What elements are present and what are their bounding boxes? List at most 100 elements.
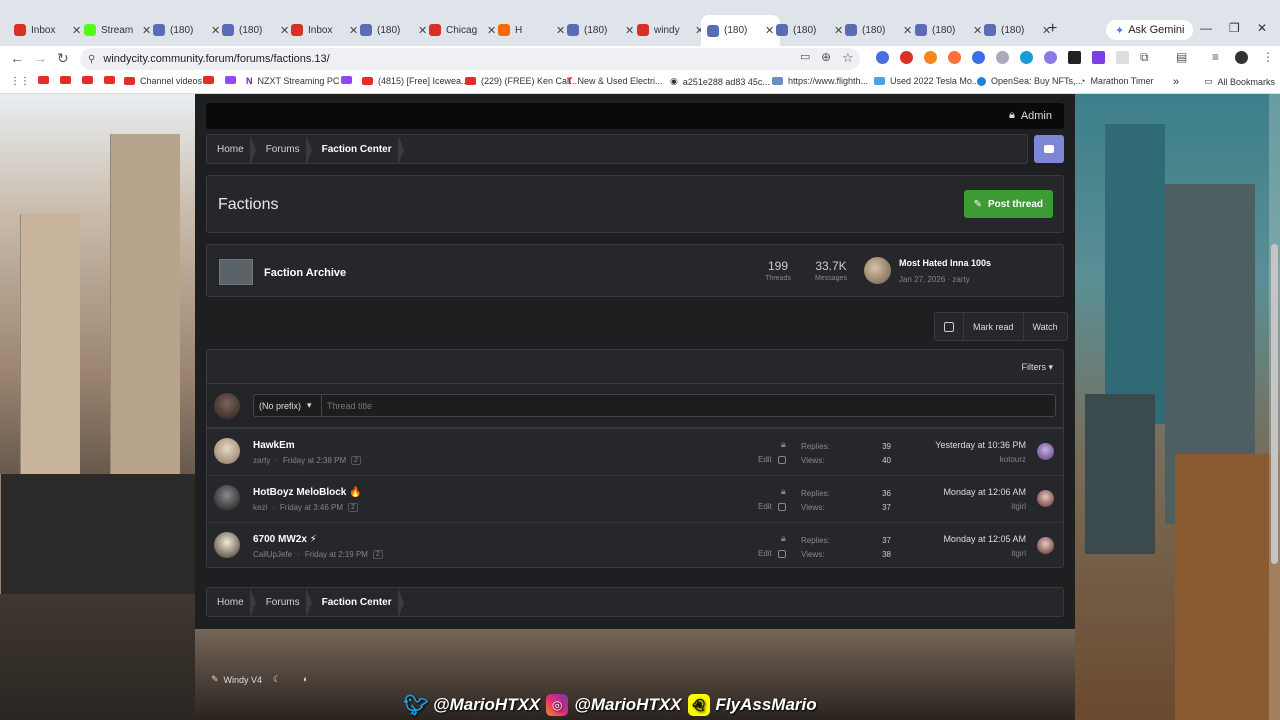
metamask-icon[interactable] (924, 51, 937, 64)
browser-tab[interactable]: H ✕ (492, 19, 571, 41)
menu-kebab-icon[interactable]: ⋮ (1262, 50, 1274, 64)
new-tab-button[interactable]: + (1048, 20, 1057, 38)
bookmark-item[interactable]: Channel videos (124, 76, 202, 86)
browser-tab[interactable]: Stream ✕ (78, 19, 157, 41)
browser-tab[interactable]: (180) ✕ (354, 19, 433, 41)
bookmark-item[interactable]: N NZXT Streaming PC (246, 76, 339, 86)
bookmark-youtube[interactable] (104, 76, 115, 84)
last-post-date[interactable]: Yesterday at 10:36 PM (935, 440, 1026, 450)
last-post-date[interactable]: Monday at 12:05 AM (943, 534, 1026, 544)
ask-gemini-button[interactable]: ✦ Ask Gemini (1106, 20, 1194, 40)
extension-icon[interactable] (972, 51, 985, 64)
thread-author[interactable]: zarty (253, 456, 270, 465)
profile-avatar[interactable] (1235, 51, 1248, 64)
bookmarks-overflow-icon[interactable]: » (1173, 76, 1179, 88)
browser-tab[interactable]: Inbox ✕ (8, 19, 87, 41)
select-checkbox[interactable] (777, 455, 786, 464)
browser-tab[interactable]: Inbox ✕ (285, 19, 364, 41)
avatar[interactable] (214, 438, 240, 464)
bookmark-youtube[interactable] (38, 76, 49, 84)
thread-date[interactable]: Friday at 2:38 PM (283, 456, 346, 465)
browser-tab[interactable]: (180) ✕ (909, 19, 988, 41)
latest-thread-link[interactable]: Most Hated Inna 100s (899, 258, 991, 268)
bookmark-item[interactable]: Used 2022 Tesla Mo... (874, 76, 979, 86)
reload-icon[interactable]: ↻ (57, 50, 69, 67)
all-bookmarks[interactable]: ▭ All Bookmarks (1204, 76, 1275, 87)
browser-tab[interactable]: (180) ✕ (701, 15, 781, 46)
bookmark-item[interactable]: https://www.flighth... (772, 76, 868, 86)
browser-tab[interactable]: (180) ✕ (147, 19, 226, 41)
thread-title[interactable]: HotBoyz MeloBlock 🔥 (253, 487, 362, 498)
breadcrumb-forums[interactable]: Forums (256, 135, 312, 165)
edit-link[interactable]: Edit (758, 455, 772, 464)
bookmark-youtube[interactable] (82, 76, 93, 84)
mark-read-button[interactable]: Mark read (964, 313, 1024, 340)
browser-tab[interactable]: (180) ✕ (770, 19, 849, 41)
extension-icon[interactable] (900, 51, 913, 64)
style-chooser[interactable]: ✎ Windy V4 (211, 674, 262, 685)
close-window-button[interactable]: ✕ (1257, 21, 1267, 35)
last-post-date[interactable]: Monday at 12:06 AM (943, 487, 1026, 497)
extension-icon[interactable] (996, 51, 1009, 64)
breadcrumb-home[interactable]: Home (207, 588, 256, 618)
last-post-user[interactable]: kotourz (935, 455, 1026, 464)
forward-icon[interactable]: → (33, 50, 47, 66)
select-checkbox[interactable] (777, 549, 786, 558)
reading-list-icon[interactable]: ≡ (1212, 50, 1219, 64)
avatar[interactable] (1037, 443, 1054, 460)
last-post-user[interactable]: itgirl (943, 549, 1026, 558)
browser-tab[interactable]: windy ✕ (631, 19, 710, 41)
maximize-button[interactable]: ❐ (1229, 21, 1240, 35)
watch-button[interactable]: Watch (1024, 313, 1067, 340)
browser-tab[interactable]: Chicag ✕ (423, 19, 502, 41)
breadcrumb-faction-center[interactable]: Faction Center (312, 135, 404, 165)
discord-button[interactable] (1034, 135, 1064, 163)
avatar[interactable] (214, 532, 240, 558)
cast-icon[interactable]: ▭ (800, 50, 810, 63)
extension-icon[interactable] (1068, 51, 1081, 64)
back-icon[interactable]: ← (10, 50, 24, 66)
select-checkbox[interactable] (777, 502, 786, 511)
bookmark-star-icon[interactable]: ☆ (842, 50, 854, 66)
browser-tab[interactable]: (180) ✕ (839, 19, 918, 41)
edit-link[interactable]: Edit (758, 502, 772, 511)
breadcrumb-home[interactable]: Home (207, 135, 256, 165)
thread-title-input[interactable] (321, 394, 1056, 417)
extension-icon[interactable] (1116, 51, 1129, 64)
thread-date[interactable]: Friday at 3:46 PM (280, 503, 343, 512)
browser-tab[interactable]: (180) ✕ (216, 19, 295, 41)
post-thread-button[interactable]: ✎ Post thread (963, 190, 1053, 218)
url-field[interactable]: ⚲ windycity.community.forum/forums/facti… (80, 48, 860, 70)
filters-dropdown[interactable]: Filters ▾ (1021, 362, 1053, 373)
bookmark-item[interactable]: OpenSea: Buy NFTs,... (977, 76, 1083, 86)
last-post-user[interactable]: itgirl (943, 502, 1026, 511)
bookmark-youtube[interactable] (203, 76, 214, 84)
thread-page-link[interactable]: 2 (351, 456, 362, 465)
bookmark-twitch[interactable] (341, 76, 352, 84)
bookmark-twitch[interactable] (225, 76, 236, 84)
select-toggle-button[interactable] (935, 313, 964, 340)
bookmark-item[interactable]: T New & Used Electri... (567, 76, 663, 86)
avatar[interactable] (214, 485, 240, 511)
minimize-button[interactable]: — (1200, 21, 1212, 35)
bookmark-youtube[interactable] (60, 76, 71, 84)
browser-tab[interactable]: (180) ✕ (978, 19, 1057, 41)
bookmark-item[interactable]: (4815) [Free] Icewea... (362, 76, 469, 86)
avatar[interactable] (864, 257, 891, 284)
dark-mode-toggle[interactable]: ☾ (273, 674, 281, 685)
avatar[interactable] (1037, 490, 1054, 507)
browser-tab[interactable]: (180) ✕ (561, 19, 640, 41)
zoom-icon[interactable]: ⊕ (821, 50, 831, 64)
contrast-toggle[interactable]: ◐ (303, 674, 308, 684)
thread-author[interactable]: CallUpJefe (253, 550, 292, 559)
bookmark-item[interactable]: (229) (FREE) Ken Car... (465, 76, 577, 86)
thread-page-link[interactable]: 2 (348, 503, 358, 512)
thread-title[interactable]: 6700 MW2x ⚡ (253, 534, 317, 545)
extension-icon[interactable] (1044, 51, 1057, 64)
admin-link[interactable]: 🔒︎ Admin (1009, 109, 1052, 122)
thread-author[interactable]: kezi (253, 503, 267, 512)
edit-link[interactable]: Edit (758, 549, 772, 558)
extension-icon[interactable] (876, 51, 889, 64)
prefix-select[interactable]: (No prefix) ▾ (253, 394, 322, 417)
bookmark-item[interactable]: ◔ Marathon Timer (1080, 76, 1153, 86)
